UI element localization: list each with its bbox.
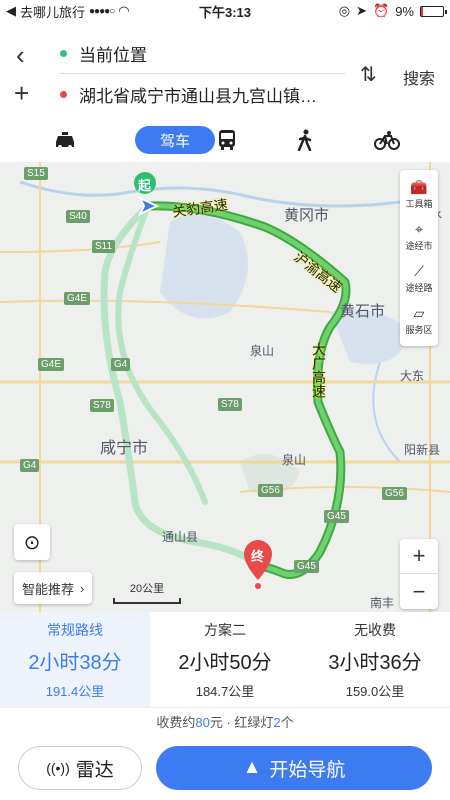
back-to-app-icon[interactable]: ◀ [6, 3, 16, 19]
carrier-label: 去哪儿旅行 [20, 4, 86, 20]
place-label: 泉山 [250, 344, 275, 358]
plan-option[interactable]: 方案二 2小时50分 184.7公里 [150, 612, 300, 707]
highway-shield: G4 [111, 358, 131, 371]
highway-shield: S78 [90, 399, 114, 412]
navigation-arrow-icon: ▲ [242, 757, 262, 778]
toolbox-icon: 🧰 [410, 179, 428, 195]
wifi-icon: ◠ [118, 3, 130, 18]
service-area-button[interactable]: ▱ 服务区 [400, 300, 438, 342]
route-panel: ‹ + 当前位置 湖北省咸宁市通山县九宫山镇… ⇅ 搜索 [0, 22, 450, 120]
battery-percent: 9% [395, 3, 414, 19]
smart-recommend-button[interactable]: 智能推荐 › [14, 572, 93, 604]
signal-dots-icon: ●●●●○ [89, 5, 115, 17]
map-view[interactable]: 起 终 关豹高速 沪渝高速 大广高速 黄冈市 黄石市 咸宁市 泉山 泉山 大东 … [0, 162, 450, 612]
place-label: 黄石市 [340, 303, 386, 320]
taxi-icon[interactable] [50, 126, 80, 154]
radar-icon: ((•)) [46, 760, 70, 776]
location-pin-icon: ⌖ [415, 221, 423, 237]
origin-text: 当前位置 [79, 46, 147, 65]
toolbox-button[interactable]: 🧰 工具箱 [400, 174, 438, 216]
bus-icon[interactable] [212, 126, 242, 154]
destination-field[interactable]: 湖北省咸宁市通山县九宫山镇… [60, 74, 345, 114]
via-road-button[interactable]: ⟋ 途经路 [400, 258, 438, 300]
origin-dot-icon [60, 50, 67, 57]
place-label: 通山县 [162, 530, 199, 544]
zoom-out-button[interactable]: − [400, 574, 438, 609]
chevron-right-icon: › [80, 580, 85, 596]
fee-summary: 收费约80元 · 红绿灯2个 [156, 715, 294, 730]
highway-shield: S11 [92, 240, 116, 253]
add-waypoint-icon[interactable]: + [14, 80, 29, 106]
origin-field[interactable]: 当前位置 [60, 34, 345, 74]
alarm-icon: ⏰ [373, 3, 390, 18]
highway-shield: G4 [20, 459, 40, 472]
destination-dot-icon [60, 90, 67, 98]
start-navigation-button[interactable]: ▲ 开始导航 [156, 746, 432, 790]
map-service-icon: ▱ [413, 305, 425, 321]
lock-rotation-icon: ◎ [338, 3, 351, 18]
status-bar: ◀ 去哪儿旅行 ●●●●○ ◠ 下午3:13 ◎ ➤ ⏰ 9% [0, 0, 450, 22]
start-marker: 起 [138, 178, 152, 193]
battery-icon [420, 5, 447, 17]
highway-shield: S15 [24, 167, 48, 180]
highway-shield: S78 [218, 398, 242, 411]
location-arrow-icon: ➤ [356, 3, 368, 18]
road-label: 大广高速 [311, 342, 327, 398]
place-label: 大东 [400, 369, 425, 383]
highway-shield: G45 [324, 510, 349, 523]
highway-shield: G45 [294, 560, 319, 573]
place-label: 咸宁市 [100, 440, 149, 457]
place-label: 泉山 [282, 453, 307, 467]
back-icon[interactable]: ‹ [16, 42, 25, 68]
swap-icon[interactable]: ⇅ [360, 62, 377, 87]
locate-button[interactable]: ⊙ [14, 524, 50, 560]
transport-mode-bar: 驾车 [0, 120, 450, 162]
highway-shield: G56 [382, 487, 407, 500]
via-city-button[interactable]: ⌖ 途经市 [400, 216, 438, 258]
highway-shield: G56 [258, 484, 283, 497]
place-label: 阳新县 [404, 443, 441, 457]
bike-icon[interactable] [370, 126, 404, 154]
walk-icon[interactable] [290, 126, 320, 154]
radar-button[interactable]: ((•)) 雷达 [18, 746, 142, 790]
tab-drive[interactable]: 驾车 [135, 126, 215, 154]
map-tools: 🧰 工具箱 ⌖ 途经市 ⟋ 途经路 ▱ 服务区 [400, 170, 438, 346]
zoom-control: + − [400, 539, 438, 609]
map-canvas [0, 162, 450, 612]
end-marker: 终 [251, 549, 265, 564]
place-label: 南丰 [370, 596, 395, 610]
highway-shield: G4E [64, 292, 91, 305]
map-scale: 20公里 [113, 580, 181, 604]
plan-option[interactable]: 无收费 3小时36分 159.0公里 [300, 612, 450, 707]
destination-text: 湖北省咸宁市通山县九宫山镇… [79, 86, 317, 106]
route-plans: 常规路线 2小时38分 191.4公里 方案二 2小时50分 184.7公里 无… [0, 612, 450, 708]
highway-shield: S40 [66, 210, 90, 223]
plan-option[interactable]: 常规路线 2小时38分 191.4公里 [0, 612, 150, 707]
place-label: 黄冈市 [284, 207, 330, 224]
zoom-in-button[interactable]: + [400, 539, 438, 574]
locate-icon: ⊙ [23, 531, 41, 554]
route-icon: ⟋ [414, 263, 424, 279]
highway-shield: G4E [38, 358, 65, 371]
search-button[interactable]: 搜索 [403, 65, 435, 89]
